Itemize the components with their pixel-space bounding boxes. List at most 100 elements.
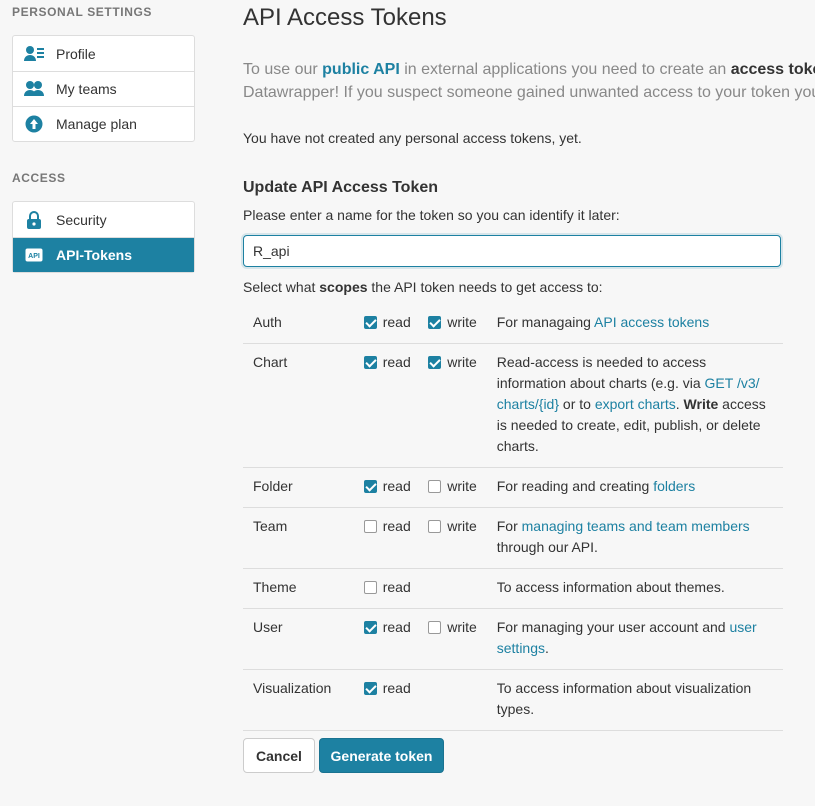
desc-text: . [545, 640, 549, 656]
empty-cell [428, 669, 497, 731]
write-checkbox[interactable]: write [428, 467, 497, 508]
sidebar-item-manage-plan[interactable]: Manage plan [13, 106, 194, 141]
checkbox-label: read [382, 314, 411, 330]
checkbox-label: write [447, 354, 477, 370]
read-checkbox[interactable]: read [363, 568, 429, 609]
empty-cell [428, 568, 497, 609]
sidebar-item-label: Profile [56, 45, 96, 62]
write-checkbox[interactable]: write [428, 507, 497, 569]
checkbox-label: read [382, 579, 411, 595]
teams-icon [24, 79, 44, 99]
access-heading: ACCESS [12, 171, 66, 185]
checkbox-unchecked-icon [428, 621, 442, 634]
scopes-label-part: Select what [243, 279, 320, 295]
checkbox-label: write [447, 619, 477, 635]
desc-text: For managaing [496, 314, 595, 330]
sidebar-item-label: Security [56, 211, 107, 228]
table-row: Theme read To access information about t… [243, 568, 783, 609]
checkbox-checked-icon [363, 316, 377, 329]
scope-name: Chart [243, 343, 364, 468]
sidebar-item-profile[interactable]: Profile [13, 36, 194, 71]
write-checkbox[interactable]: write [428, 304, 497, 344]
api-icon: API [24, 245, 44, 265]
sidebar-item-security[interactable]: Security [13, 202, 194, 237]
write-checkbox[interactable]: write [428, 343, 497, 468]
desc-text: . [675, 396, 684, 412]
sidebar-item-label: Manage plan [56, 116, 137, 132]
read-checkbox[interactable]: read [363, 507, 429, 569]
read-checkbox[interactable]: read [363, 467, 429, 508]
table-row: User read write For managing your user a… [243, 608, 783, 670]
scope-name: Folder [243, 467, 364, 508]
token-name-input[interactable] [243, 235, 781, 267]
checkbox-unchecked-icon [363, 520, 377, 533]
managing-teams-link[interactable]: managing teams and team members [522, 518, 750, 534]
table-row: Team read write For managing teams and t… [243, 507, 783, 569]
intro-text-part: in external applications you need to cre… [399, 61, 731, 78]
scope-description: To access information about themes. [496, 568, 783, 609]
read-checkbox[interactable]: read [363, 304, 429, 344]
scope-description: Read-access is needed to access informat… [496, 343, 783, 468]
scope-description: For managing your user account and user … [496, 608, 783, 670]
read-checkbox[interactable]: read [363, 343, 429, 468]
access-nav: Security API API-Tokens [12, 201, 195, 273]
scopes-bold: scopes [319, 279, 368, 295]
table-row: Chart read write Read-access is needed t… [243, 343, 783, 468]
table-row: Auth read write For managaing API access… [243, 304, 783, 344]
scope-name: User [243, 608, 364, 670]
checkbox-unchecked-icon [428, 480, 442, 493]
intro-text: To use our public API in external applic… [243, 58, 815, 104]
scope-name: Auth [243, 304, 364, 344]
desc-text: or to [559, 396, 595, 412]
desc-text: For managing your user account and [496, 619, 730, 635]
token-name-hint: Please enter a name for the token so you… [243, 207, 620, 223]
no-tokens-message: You have not created any personal access… [243, 130, 582, 146]
checkbox-checked-icon [363, 682, 377, 695]
svg-text:API: API [28, 253, 40, 260]
checkbox-unchecked-icon [363, 581, 377, 594]
read-checkbox[interactable]: read [363, 669, 429, 731]
checkbox-checked-icon [428, 316, 442, 329]
scopes-label: Select what scopes the API token needs t… [243, 279, 603, 295]
scope-name: Visualization [243, 669, 364, 731]
sidebar-item-label: My teams [56, 81, 117, 97]
checkbox-checked-icon [363, 621, 377, 634]
cancel-button[interactable]: Cancel [243, 738, 315, 773]
page-title: API Access Tokens [243, 4, 447, 31]
checkbox-label: read [382, 619, 411, 635]
scope-name: Team [243, 507, 364, 569]
export-charts-link[interactable]: export charts [595, 396, 676, 412]
checkbox-label: write [447, 314, 477, 330]
intro-bold: access token [730, 61, 815, 78]
public-api-link[interactable]: public API [322, 61, 400, 78]
checkbox-label: write [447, 518, 477, 534]
sidebar-item-my-teams[interactable]: My teams [13, 71, 194, 106]
lock-icon [24, 210, 44, 230]
checkbox-unchecked-icon [428, 520, 442, 533]
personal-settings-heading: PERSONAL SETTINGS [12, 5, 152, 19]
scopes-table: Auth read write For managaing API access… [243, 304, 783, 731]
scope-description: For reading and creating folders [496, 467, 783, 508]
sidebar-item-api-tokens[interactable]: API API-Tokens [13, 237, 194, 272]
folders-link[interactable]: folders [653, 478, 695, 494]
api-access-tokens-link[interactable]: API access tokens [594, 314, 709, 330]
sidebar-item-label: API-Tokens [56, 247, 132, 263]
table-row: Visualization read To access information… [243, 669, 783, 731]
upgrade-icon [24, 114, 44, 134]
generate-token-button[interactable]: Generate token [319, 738, 444, 773]
personal-settings-nav: Profile My teams Manage plan [12, 35, 195, 142]
scope-description: For managing teams and team members thro… [496, 507, 783, 569]
checkbox-checked-icon [363, 480, 377, 493]
desc-bold: Write [683, 396, 719, 412]
scope-name: Theme [243, 568, 364, 609]
read-checkbox[interactable]: read [363, 608, 429, 670]
checkbox-label: read [382, 478, 411, 494]
write-checkbox[interactable]: write [428, 608, 497, 670]
desc-text: Read-access is needed to access informat… [496, 354, 707, 391]
checkbox-label: write [447, 478, 477, 494]
checkbox-checked-icon [428, 356, 442, 369]
checkbox-label: read [382, 518, 411, 534]
checkbox-label: read [382, 680, 411, 696]
intro-text-line2: Datawrapper! If you suspect someone gain… [243, 84, 815, 101]
desc-text: through our API. [496, 539, 598, 555]
